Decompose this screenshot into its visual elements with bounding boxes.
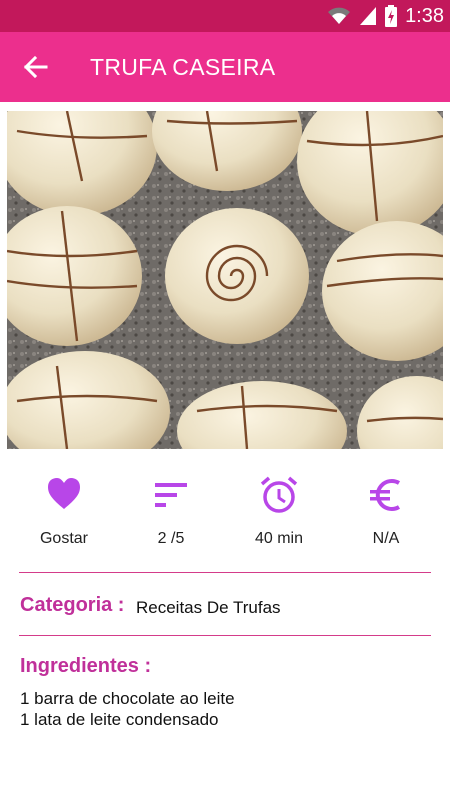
divider	[19, 635, 431, 636]
category-value: Receitas De Trufas	[136, 598, 281, 617]
status-time: 1:38	[405, 4, 444, 27]
signal-icon	[360, 7, 377, 25]
time-label: 40 min	[254, 530, 304, 547]
difficulty-bars-icon	[155, 483, 187, 507]
status-bar: 1:38	[0, 0, 450, 32]
like-button[interactable]: Gostar	[4, 475, 124, 555]
battery-charging-icon	[385, 5, 398, 27]
difficulty-stat: 2 /5	[111, 475, 231, 555]
recipe-stats: Gostar 2 /5 40 min N/A	[0, 475, 450, 555]
truffles-image	[7, 111, 443, 449]
ingredient-item: 1 barra de chocolate ao leite	[20, 689, 235, 708]
category-title: Categoria :	[20, 594, 125, 616]
status-icons: 1:38	[327, 0, 444, 32]
like-label: Gostar	[39, 530, 88, 547]
time-stat: 40 min	[219, 475, 339, 555]
divider	[19, 572, 431, 573]
back-button[interactable]	[18, 53, 52, 81]
heart-icon	[48, 478, 80, 509]
ingredients-list: 1 barra de chocolate ao leite 1 lata de …	[20, 688, 235, 730]
arrow-back-icon	[23, 55, 48, 79]
cost-stat: N/A	[326, 475, 446, 555]
ingredients-title: Ingredientes :	[20, 655, 152, 677]
euro-icon	[370, 479, 401, 511]
ingredient-item: 1 lata de leite condensado	[20, 710, 219, 729]
wifi-icon	[328, 7, 351, 24]
app-bar: TRUFA CASEIRA	[0, 32, 450, 102]
difficulty-label: 2 /5	[157, 530, 185, 547]
recipe-photo	[7, 111, 443, 449]
page-title: TRUFA CASEIRA	[90, 54, 276, 80]
cost-label: N/A	[372, 530, 400, 547]
alarm-clock-icon	[260, 476, 298, 513]
